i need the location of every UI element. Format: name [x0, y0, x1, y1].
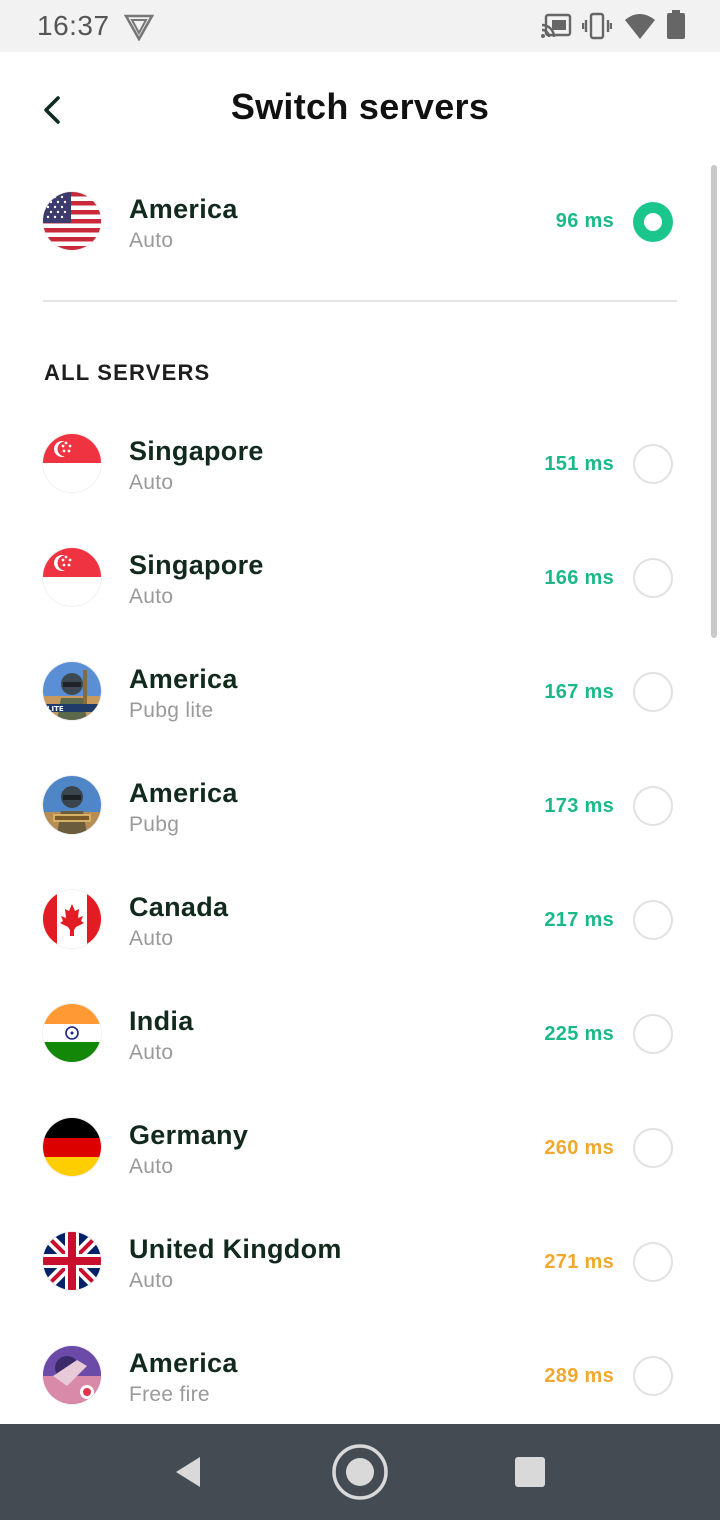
server-name: America: [129, 664, 238, 694]
server-row[interactable]: Singapore Auto 166 ms: [0, 528, 700, 628]
pubg-lite-icon: LITE: [43, 662, 101, 720]
server-radio[interactable]: [633, 1242, 673, 1282]
server-ping: 173 ms: [544, 795, 614, 817]
server-row[interactable]: America Pubg 173 ms: [0, 756, 700, 856]
server-ping: 96 ms: [555, 210, 614, 232]
server-name: Canada: [129, 892, 229, 922]
vpn-icon: [123, 13, 155, 46]
server-row[interactable]: LITE America Pubg lite 167 ms: [0, 642, 700, 742]
server-radio[interactable]: [633, 900, 673, 940]
server-name: America: [129, 194, 238, 224]
pubg-icon: [43, 776, 101, 834]
free-fire-icon: [43, 1346, 101, 1404]
selected-server-row[interactable]: America Auto 96 ms: [0, 172, 700, 272]
server-name: Singapore: [129, 550, 264, 580]
server-ping: 166 ms: [544, 567, 614, 589]
section-label: ALL SERVERS: [44, 360, 211, 385]
server-sub: Auto: [129, 927, 174, 950]
nav-home-button[interactable]: [330, 1442, 390, 1502]
server-sub: Auto: [129, 229, 174, 252]
server-name: America: [129, 778, 238, 808]
server-radio[interactable]: [633, 1128, 673, 1168]
server-sub: Auto: [129, 471, 174, 494]
battery-icon: [666, 10, 686, 45]
status-bar: 16:37: [0, 0, 720, 52]
server-ping: 271 ms: [544, 1251, 614, 1273]
server-sub: Auto: [129, 1155, 174, 1178]
canada-flag-icon: [43, 890, 101, 948]
server-name: Germany: [129, 1120, 249, 1150]
nav-bar: [0, 1424, 720, 1520]
server-sub: Pubg lite: [129, 699, 214, 722]
server-name: India: [129, 1006, 194, 1036]
server-sub: Auto: [129, 585, 174, 608]
nav-back-button[interactable]: [158, 1442, 218, 1502]
scrollbar[interactable]: [711, 165, 717, 638]
vibrate-icon: [581, 12, 613, 45]
server-name: United Kingdom: [129, 1234, 342, 1264]
svg-text:LITE: LITE: [47, 705, 64, 713]
server-row[interactable]: Germany Auto 260 ms: [0, 1098, 700, 1198]
nav-recents-icon: [515, 1457, 545, 1487]
server-sub: Pubg: [129, 813, 180, 836]
status-time: 16:37: [37, 10, 110, 41]
server-row[interactable]: Canada Auto 217 ms: [0, 870, 700, 970]
server-ping: 217 ms: [544, 909, 614, 931]
server-ping: 151 ms: [544, 453, 614, 475]
server-radio[interactable]: [633, 672, 673, 712]
server-row[interactable]: Singapore Auto 151 ms: [0, 414, 700, 514]
nav-recents-button[interactable]: [500, 1442, 560, 1502]
header: Switch servers: [0, 52, 720, 164]
server-row[interactable]: India Auto 225 ms: [0, 984, 700, 1084]
server-ping: 167 ms: [544, 681, 614, 703]
wifi-icon: [624, 12, 656, 45]
nav-back-icon: [176, 1457, 200, 1487]
cast-icon: [540, 13, 572, 44]
server-ping: 289 ms: [544, 1365, 614, 1387]
server-radio[interactable]: [633, 1356, 673, 1396]
uk-flag-icon: [43, 1232, 101, 1290]
server-radio[interactable]: [633, 444, 673, 484]
server-name: America: [129, 1348, 238, 1378]
server-row[interactable]: United Kingdom Auto 271 ms: [0, 1212, 700, 1312]
server-radio[interactable]: [633, 786, 673, 826]
germany-flag-icon: [43, 1118, 101, 1176]
divider: [43, 300, 677, 302]
server-ping: 260 ms: [544, 1137, 614, 1159]
singapore-flag-icon: [43, 434, 101, 492]
server-ping: 225 ms: [544, 1023, 614, 1045]
server-radio-selected[interactable]: [633, 202, 673, 242]
india-flag-icon: [43, 1004, 101, 1062]
server-name: Singapore: [129, 436, 264, 466]
page-title: Switch servers: [230, 86, 490, 127]
server-sub: Auto: [129, 1041, 174, 1064]
nav-home-icon: [332, 1444, 388, 1500]
server-sub: Free fire: [129, 1383, 210, 1406]
server-sub: Auto: [129, 1269, 174, 1292]
server-radio[interactable]: [633, 1014, 673, 1054]
singapore-flag-icon: [43, 548, 101, 606]
server-radio[interactable]: [633, 558, 673, 598]
server-row[interactable]: America Free fire 289 ms: [0, 1326, 700, 1426]
us-flag-icon: [43, 192, 101, 250]
